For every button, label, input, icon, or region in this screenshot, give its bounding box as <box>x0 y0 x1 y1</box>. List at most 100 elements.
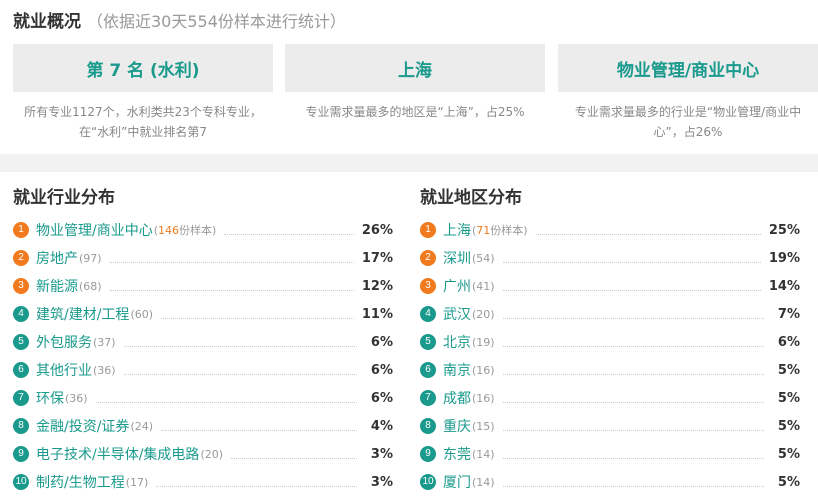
region-row: 5 北京 (19) 6% <box>420 328 800 356</box>
percentage: 5% <box>777 362 800 378</box>
region-link[interactable]: 深圳 <box>443 248 471 268</box>
industry-link[interactable]: 电子技术/半导体/集成电路 <box>36 444 199 464</box>
industry-link[interactable]: 物业管理/商业中心 <box>36 220 153 240</box>
industry-link[interactable]: 制药/生物工程 <box>36 472 125 492</box>
dotted-leader <box>502 429 764 431</box>
industry-link[interactable]: 环保 <box>36 388 64 408</box>
percentage: 26% <box>361 222 393 238</box>
dotted-leader <box>535 233 761 235</box>
dotted-leader <box>502 457 764 459</box>
region-link[interactable]: 南京 <box>443 360 471 380</box>
rank-badge: 2 <box>13 250 29 266</box>
rank-badge: 7 <box>420 390 436 406</box>
sample-count: (71份样本) <box>472 224 528 237</box>
sample-count: (20) <box>472 307 495 321</box>
sample-count-suffix: 份样本 <box>490 224 524 237</box>
sample-count: (97) <box>79 251 102 265</box>
rank-badge: 5 <box>420 334 436 350</box>
sample-count: (16) <box>472 391 495 405</box>
sample-count: (60) <box>130 307 154 321</box>
industry-row: 4 建筑/建材/工程 (60) 11% <box>13 300 393 328</box>
dotted-leader <box>95 401 357 403</box>
industry-row: 2 房地产 (97) 17% <box>13 244 393 272</box>
sample-count-number: 146 <box>158 224 180 237</box>
percentage: 5% <box>777 418 800 434</box>
dotted-leader <box>231 457 357 459</box>
industry-row: 7 环保 (36) 6% <box>13 384 393 412</box>
overview-title: 就业概况 <box>13 12 81 32</box>
industry-row: 1 物业管理/商业中心 (146份样本) 26% <box>13 216 393 244</box>
industry-row: 6 其他行业 (36) 6% <box>13 356 393 384</box>
sample-count: (68) <box>79 279 102 293</box>
sample-count: (36) <box>65 391 88 405</box>
dotted-leader <box>156 485 357 487</box>
rank-badge: 10 <box>13 474 29 490</box>
industry-link[interactable]: 房地产 <box>36 248 78 268</box>
industry-link[interactable]: 其他行业 <box>36 360 92 380</box>
rank-card-desc: 所有专业1127个，水利类共23个专科专业，在“水利”中就业排名第7 <box>24 105 262 139</box>
region-link[interactable]: 成都 <box>443 388 471 408</box>
percentage: 6% <box>370 362 393 378</box>
sample-count: (20) <box>200 447 224 461</box>
percentage: 5% <box>777 446 800 462</box>
region-row: 1 上海 (71份样本) 25% <box>420 216 800 244</box>
top-region-card-desc: 专业需求量最多的地区是“上海”，占25% <box>305 105 525 119</box>
rank-badge: 4 <box>420 306 436 322</box>
industry-link[interactable]: 金融/投资/证券 <box>36 416 129 436</box>
region-link[interactable]: 厦门 <box>443 472 471 492</box>
overview-subtitle: （依据近30天554份样本进行统计） <box>87 12 346 31</box>
sample-count: (24) <box>130 419 154 433</box>
overview-header: 就业概况 （依据近30天554份样本进行统计） <box>13 8 346 36</box>
rank-badge: 6 <box>13 362 29 378</box>
sample-count: (54) <box>472 251 495 265</box>
region-section: 就业地区分布 1 上海 (71份样本) 25% 2 深圳 (54) 19% 3 广州 (41) 14%… <box>420 184 800 496</box>
rank-badge: 10 <box>420 474 436 490</box>
sample-count: (19) <box>472 335 495 349</box>
industry-row: 9 电子技术/半导体/集成电路 (20) 3% <box>13 440 393 468</box>
dotted-leader <box>161 429 357 431</box>
region-link[interactable]: 东莞 <box>443 444 471 464</box>
region-link[interactable]: 上海 <box>443 220 471 240</box>
rank-card-value: 第 7 名 (水利) <box>13 44 273 92</box>
dotted-leader <box>161 317 354 319</box>
top-industry-card: 物业管理/商业中心 专业需求量最多的行业是“物业管理/商业中心”，占26% <box>558 44 818 142</box>
rank-badge: 4 <box>13 306 29 322</box>
top-region-card: 上海 专业需求量最多的地区是“上海”，占25% <box>285 44 545 122</box>
dotted-leader <box>502 261 761 263</box>
section-divider <box>0 154 818 172</box>
sample-count: (17) <box>125 475 149 489</box>
dotted-leader <box>502 345 764 347</box>
percentage: 6% <box>777 334 800 350</box>
percentage: 25% <box>768 222 800 238</box>
rank-badge: 5 <box>13 334 29 350</box>
percentage: 4% <box>370 418 393 434</box>
sample-count: (41) <box>472 279 495 293</box>
rank-badge: 2 <box>420 250 436 266</box>
percentage: 3% <box>370 474 393 490</box>
region-link[interactable]: 武汉 <box>443 304 471 324</box>
rank-badge: 3 <box>420 278 436 294</box>
industry-title: 就业行业分布 <box>13 188 115 208</box>
industry-link[interactable]: 外包服务 <box>36 332 92 352</box>
industry-link[interactable]: 新能源 <box>36 276 78 296</box>
percentage: 6% <box>370 390 393 406</box>
top-industry-card-desc: 专业需求量最多的行业是“物业管理/商业中心”，占26% <box>574 105 802 139</box>
region-title: 就业地区分布 <box>420 188 522 208</box>
rank-badge: 8 <box>420 418 436 434</box>
region-row: 9 东莞 (14) 5% <box>420 440 800 468</box>
sample-count: (146份样本) <box>153 224 217 237</box>
industry-row: 10 制药/生物工程 (17) 3% <box>13 468 393 496</box>
region-link[interactable]: 广州 <box>443 276 471 296</box>
percentage: 12% <box>361 278 393 294</box>
industry-section: 就业行业分布 1 物业管理/商业中心 (146份样本) 26% 2 房地产 (97) 17% 3… <box>13 184 393 496</box>
industry-link[interactable]: 建筑/建材/工程 <box>36 304 129 324</box>
region-link[interactable]: 重庆 <box>443 416 471 436</box>
region-row: 7 成都 (16) 5% <box>420 384 800 412</box>
top-region-card-value: 上海 <box>285 44 545 92</box>
region-row: 3 广州 (41) 14% <box>420 272 800 300</box>
industry-list: 1 物业管理/商业中心 (146份样本) 26% 2 房地产 (97) 17% 3 新能源 (68)… <box>13 216 393 496</box>
region-link[interactable]: 北京 <box>443 332 471 352</box>
dotted-leader <box>109 289 354 291</box>
sample-count: (36) <box>93 363 116 377</box>
percentage: 11% <box>361 306 393 322</box>
